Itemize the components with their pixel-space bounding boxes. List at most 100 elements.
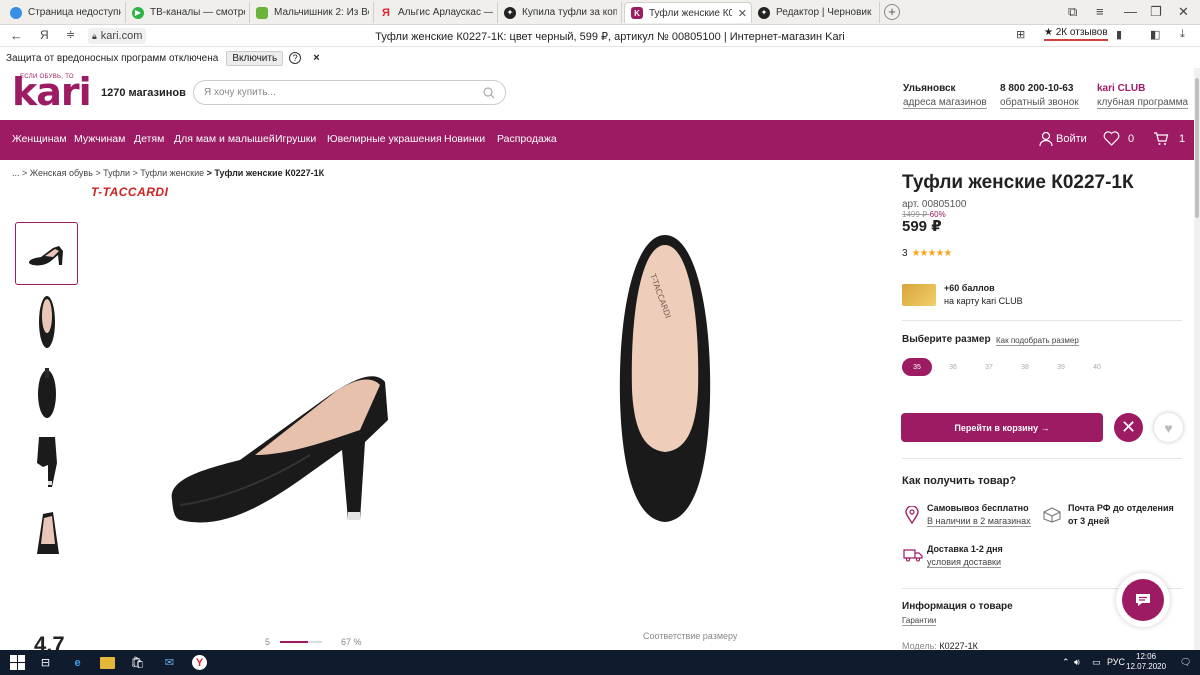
- download-icon[interactable]: ⤓: [1180, 28, 1185, 41]
- tray-up-arrow-icon[interactable]: ⌃: [1062, 657, 1070, 668]
- thumbnail-4[interactable]: [15, 430, 78, 493]
- size-option-35[interactable]: 35: [902, 358, 932, 376]
- yandex-home-icon[interactable]: Я: [40, 28, 49, 42]
- tab-3[interactable]: ЯАльгис Арлаускас — Янд: [374, 2, 498, 23]
- file-explorer-icon[interactable]: [100, 657, 115, 669]
- pickup-option[interactable]: Самовывоз бесплатно В наличии в 2 магази…: [927, 502, 1031, 528]
- windows-taskbar: ⊟ e 🛍︎ ✉ Y ⌃ 🔊︎ ▭ РУС 12:06 12.07.2020 🗨︎: [0, 650, 1200, 675]
- favorites-button[interactable]: 0: [1103, 131, 1134, 146]
- close-icon[interactable]: ✕: [738, 7, 747, 20]
- mail-icon[interactable]: ✉: [162, 655, 177, 670]
- edge-icon[interactable]: e: [70, 655, 85, 670]
- search-input[interactable]: Я хочу купить...: [193, 80, 506, 105]
- login-button[interactable]: Войти: [1039, 131, 1087, 147]
- add-to-favorites-button[interactable]: ♥: [1154, 413, 1183, 442]
- thumbnail-2[interactable]: [15, 290, 78, 353]
- enable-protection-button[interactable]: Включить: [226, 50, 284, 66]
- close-icon[interactable]: ×: [313, 52, 319, 64]
- search-icon[interactable]: [483, 86, 495, 99]
- network-icon[interactable]: ▭: [1092, 657, 1101, 668]
- tab-1[interactable]: ▶ТВ-каналы — смотреть он: [126, 2, 250, 23]
- back-arrow-icon[interactable]: ←: [10, 28, 23, 43]
- delivery-title: Как получить товар?: [902, 475, 1017, 487]
- help-icon[interactable]: ?: [289, 52, 302, 64]
- thumbnail-1[interactable]: [15, 222, 78, 285]
- yandex-browser-icon[interactable]: Y: [192, 655, 207, 670]
- product-image-top[interactable]: T-TACCARDI: [610, 230, 720, 530]
- tab-4[interactable]: ✦Купила туфли за копейки: [498, 2, 622, 23]
- current-price: 599 ₽: [902, 218, 942, 235]
- minimize-icon[interactable]: —: [1124, 4, 1137, 19]
- windows-start-icon[interactable]: [10, 655, 25, 670]
- star-rating-icon: ★★★★★: [911, 248, 953, 259]
- go-to-cart-button[interactable]: Перейти в корзину →: [901, 413, 1103, 442]
- size-option-38[interactable]: 38: [1010, 358, 1040, 376]
- heart-icon: [1103, 131, 1120, 146]
- nav-kids[interactable]: Детям: [134, 133, 164, 145]
- heart-icon: ♥: [1164, 419, 1173, 436]
- guarantee-link[interactable]: Гарантии: [902, 616, 937, 626]
- window-close-icon[interactable]: ✕: [1178, 4, 1189, 20]
- task-view-icon[interactable]: ⊟: [38, 655, 53, 670]
- phone-block[interactable]: 8 800 200-10-63 обратный звонок: [1000, 82, 1079, 110]
- page-title-text: Туфли женские К0227-1К: цвет черный, 599…: [375, 31, 845, 43]
- page-scrollbar[interactable]: [1194, 68, 1200, 650]
- nav-toys[interactable]: Игрушки: [275, 133, 316, 145]
- tab-2[interactable]: Мальчишник 2: Из Вегас: [250, 2, 374, 23]
- speaker-icon[interactable]: 🔊︎: [1074, 657, 1080, 668]
- url-field[interactable]: 🔒︎ kari.com: [88, 28, 147, 44]
- size-guide-link[interactable]: Как подобрать размер: [996, 336, 1079, 346]
- nav-new[interactable]: Новинки: [444, 133, 485, 145]
- nav-women[interactable]: Женщинам: [12, 133, 67, 145]
- bookmarks-icon[interactable]: ⧉: [1068, 4, 1077, 20]
- thumbnail-3[interactable]: [15, 360, 78, 423]
- size-option-36[interactable]: 36: [938, 358, 968, 376]
- tab-0[interactable]: Страница недоступна: [4, 2, 126, 23]
- courier-option[interactable]: Доставка 1-2 дня условия доставки: [927, 543, 1003, 569]
- tab-active-kari[interactable]: KТуфли женские К0227-✕: [624, 2, 752, 23]
- product-article: арт. 00805100: [902, 199, 967, 210]
- rating[interactable]: 3 ★★★★★: [902, 248, 953, 259]
- nav-jewelry[interactable]: Ювелирные украшения: [327, 133, 442, 145]
- translate-icon[interactable]: ⊞: [1016, 28, 1025, 41]
- maximize-icon[interactable]: ❐: [1150, 4, 1162, 20]
- chat-button[interactable]: [1116, 573, 1170, 627]
- average-rating: 4.7: [34, 632, 65, 650]
- chat-icon: [1136, 594, 1150, 606]
- stores-count[interactable]: 1270 магазинов: [101, 87, 186, 99]
- size-option-37[interactable]: 37: [974, 358, 1004, 376]
- tab-6[interactable]: ✦Редактор | Черновик | Ян: [752, 2, 880, 23]
- club-program-link[interactable]: клубная программа: [1097, 97, 1189, 109]
- clock[interactable]: 12:06 12.07.2020: [1126, 652, 1166, 672]
- divider: [902, 320, 1182, 321]
- post-option[interactable]: Почта РФ до отделения от 3 дней: [1068, 502, 1174, 528]
- stock-stores-link[interactable]: В наличии в 2 магазинах: [927, 516, 1031, 527]
- stores-address-link[interactable]: адреса магазинов: [903, 97, 987, 109]
- language-indicator[interactable]: РУС: [1107, 657, 1125, 667]
- notifications-icon[interactable]: 🗨︎: [1180, 657, 1191, 668]
- city-block[interactable]: Ульяновск адреса магазинов: [903, 82, 987, 110]
- bookmark-icon[interactable]: ▮: [1116, 28, 1122, 41]
- cart-button[interactable]: 1: [1153, 131, 1185, 146]
- new-tab-button[interactable]: +: [884, 4, 900, 20]
- delivery-terms-link[interactable]: условия доставки: [927, 557, 1001, 568]
- thumbnail-5[interactable]: [15, 500, 78, 563]
- menu-icon[interactable]: ≡: [1096, 4, 1104, 19]
- remove-from-cart-button[interactable]: ✕: [1114, 413, 1143, 442]
- callback-link[interactable]: обратный звонок: [1000, 97, 1079, 109]
- lock-icon: 🔒︎: [92, 30, 97, 41]
- reviews-badge[interactable]: ★ 2К отзывов: [1044, 27, 1108, 41]
- club-block[interactable]: kari CLUB клубная программа: [1097, 82, 1189, 110]
- extensions-icon[interactable]: ◧: [1150, 28, 1160, 41]
- size-option-39[interactable]: 39: [1046, 358, 1076, 376]
- product-image-side[interactable]: [160, 330, 400, 530]
- store-icon[interactable]: 🛍︎: [130, 655, 145, 670]
- sort-icon[interactable]: ≑: [66, 28, 75, 41]
- nav-moms-babies[interactable]: Для мам и малышей: [174, 133, 275, 145]
- nav-sale[interactable]: Распродажа: [497, 133, 557, 145]
- brand-logo[interactable]: T-TACCARDI: [91, 185, 168, 199]
- nav-men[interactable]: Мужчинам: [74, 133, 125, 145]
- site-header: ЕСЛИ ОБУВЬ, ТО kari 1270 магазинов Я хоч…: [12, 70, 1189, 114]
- breadcrumb[interactable]: ... > Женская обувь > Туфли > Туфли женс…: [12, 168, 324, 178]
- size-option-40[interactable]: 40: [1082, 358, 1112, 376]
